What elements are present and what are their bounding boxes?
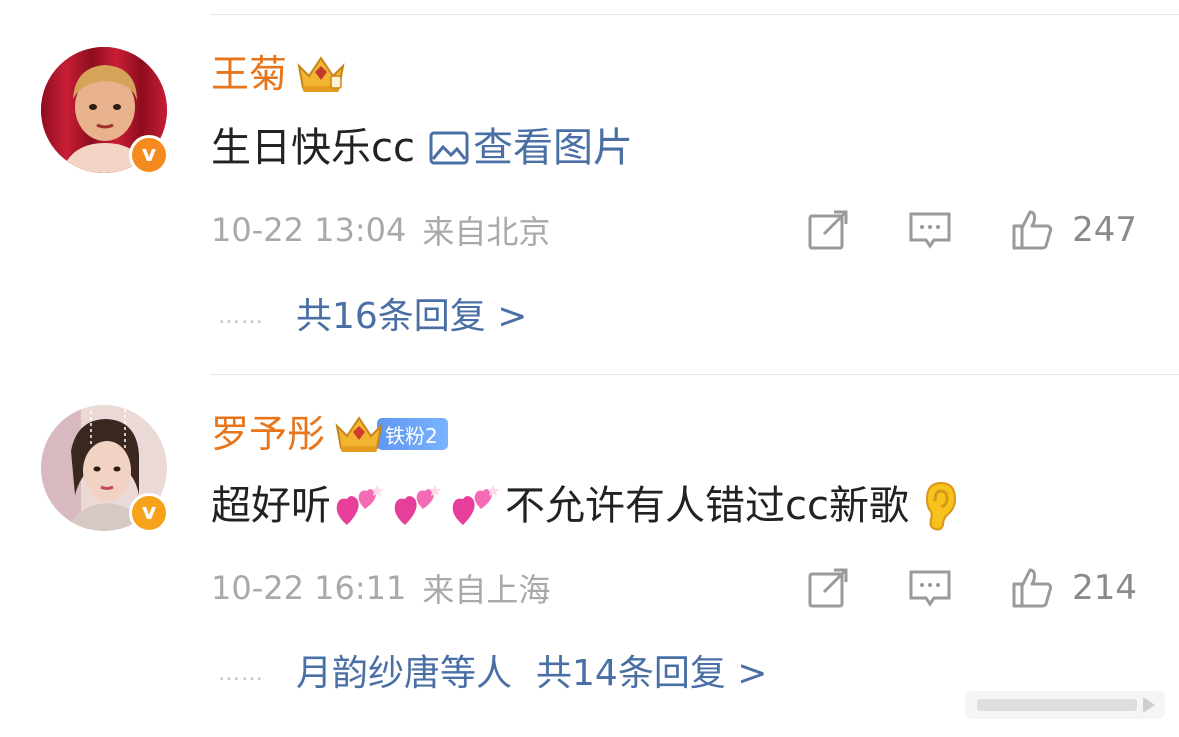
crown-icon (335, 416, 383, 452)
dots: …… (218, 661, 264, 686)
heart-emoji-icon (336, 485, 383, 525)
comment-icon[interactable] (908, 208, 952, 252)
replies-row[interactable]: …… 共16条回复 > (218, 295, 527, 339)
share-icon[interactable] (806, 208, 850, 252)
heart-emoji-icon (394, 485, 441, 525)
comment-divider (210, 374, 1179, 375)
comment-text: 超好听 不允许有人错过cc新歌 (211, 478, 967, 534)
avatar[interactable]: v (41, 47, 169, 175)
comment-icon[interactable] (908, 566, 952, 610)
comment-body-part1: 超好听 (211, 483, 331, 529)
comment-text: 生日快乐cc 查看图片 (211, 120, 633, 176)
username[interactable]: 罗予彤 (211, 410, 325, 458)
ear-emoji-icon (925, 481, 956, 531)
image-icon (429, 131, 469, 165)
top-divider (210, 14, 1179, 15)
reply-users[interactable]: 月韵纱唐等人 (296, 652, 512, 696)
name-row: 王菊 (211, 50, 347, 98)
comment-body-part2: 不允许有人错过cc新歌 (505, 483, 909, 529)
name-row: 罗予彤 铁粉2 (211, 410, 448, 458)
replies-row[interactable]: …… 月韵纱唐等人 共14条回复 > (218, 652, 767, 696)
action-bar: 247 (806, 208, 1137, 252)
avatar[interactable]: v (41, 405, 169, 533)
verified-badge-icon: v (129, 493, 169, 533)
like-icon[interactable] (1010, 208, 1054, 252)
comment-location: 来自上海 (422, 571, 551, 609)
view-replies-link[interactable]: 共14条回复 > (536, 652, 767, 696)
view-image-label: 查看图片 (472, 125, 633, 171)
like-count: 247 (1072, 210, 1137, 250)
meta-row: 10-22 13:04 来自北京 247 (211, 208, 1137, 252)
share-icon[interactable] (806, 566, 850, 610)
comment-location: 来自北京 (422, 213, 551, 251)
watermark-icon (965, 691, 1165, 719)
vip-crown-icon (297, 56, 345, 92)
like-count: 214 (1072, 568, 1137, 608)
comment-time: 10-22 13:04 (211, 211, 407, 249)
dots: …… (218, 304, 264, 329)
fan-level-badge: 铁粉2 (377, 418, 448, 450)
like-icon[interactable] (1010, 566, 1054, 610)
comment-body: 生日快乐cc (211, 125, 415, 171)
comment-time: 10-22 16:11 (211, 569, 407, 607)
heart-emoji-icon (452, 485, 499, 525)
view-replies-link[interactable]: 共16条回复 > (296, 295, 527, 339)
meta-row: 10-22 16:11 来自上海 214 (211, 566, 1137, 610)
view-image-link[interactable]: 查看图片 (429, 120, 633, 176)
action-bar: 214 (806, 566, 1137, 610)
username[interactable]: 王菊 (211, 50, 287, 98)
verified-badge-icon: v (129, 135, 169, 175)
